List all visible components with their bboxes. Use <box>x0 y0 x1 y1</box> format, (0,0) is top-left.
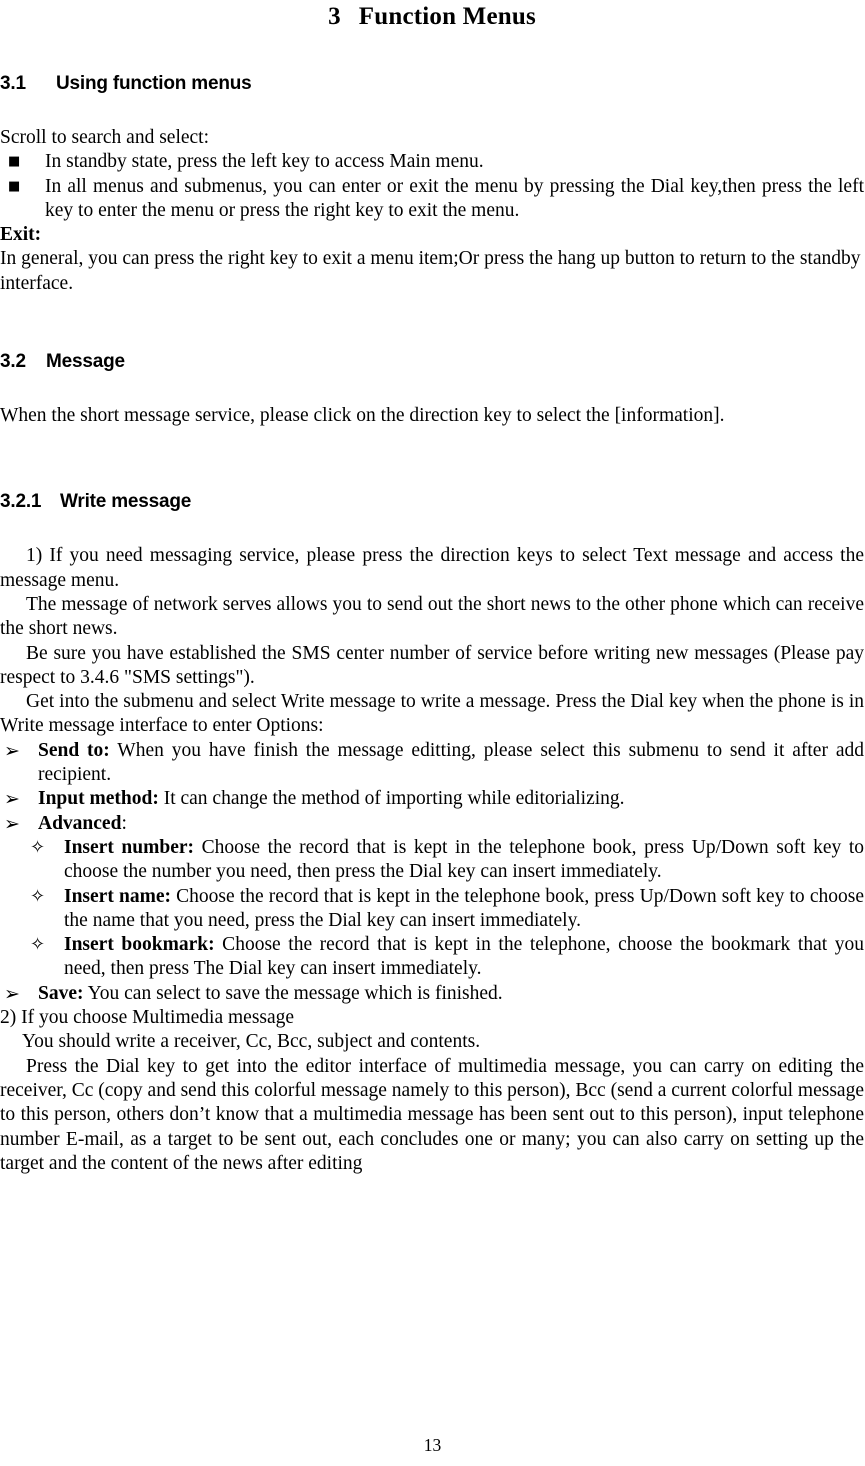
list-item: ✧ Insert bookmark: Choose the record tha… <box>28 933 864 982</box>
option-text-send-to: When you have finish the message edittin… <box>38 739 864 786</box>
list-item: ➢ Save: You can select to save the messa… <box>0 982 864 1006</box>
arrow-bullet-icon: ➢ <box>4 812 20 835</box>
option-term-save: Save: <box>38 982 84 1004</box>
subitem-term-insert-number: Insert number: <box>64 836 194 858</box>
section-number-3-2: 3.2 <box>0 351 26 373</box>
section-title-3-2: Message <box>46 351 125 373</box>
exit-description: In general, you can press the right key … <box>0 248 861 294</box>
subitem-text-insert-name: Choose the record that is kept in the te… <box>64 885 864 931</box>
exit-label: Exit: <box>0 223 864 247</box>
page-content: 3 Function Menus 3.1 Using function menus … <box>0 0 865 1176</box>
section-heading-3-1: 3.1 Using function menus <box>0 72 864 96</box>
arrow-bullet-icon: ➢ <box>4 982 20 1005</box>
diamond-bullet-icon: ✧ <box>30 836 46 858</box>
write-message-para-4: Get into the submenu and select Write me… <box>0 691 864 737</box>
option-term-advanced: Advanced <box>38 812 122 834</box>
arrow-bullet-icon: ➢ <box>4 788 20 811</box>
write-message-para-2: The message of network serves allows you… <box>0 593 864 640</box>
list-item: ✧ Insert number: Choose the record that … <box>28 836 864 885</box>
list-item-label: In standby state, press the left key to … <box>45 151 484 173</box>
option-text-save: You can select to save the message which… <box>83 982 503 1004</box>
write-message-para-1: 1) If you need messaging service, please… <box>0 545 864 591</box>
section-number-3-2-1: 3.2.1 <box>0 491 42 513</box>
options-list-top: ➢ Send to: When you have finish the mess… <box>0 739 864 836</box>
list-item: ■ In all menus and submenus, you can ent… <box>0 175 864 224</box>
list-item: ➢ Advanced: <box>0 812 864 836</box>
option-text-input-method: It can change the method of importing wh… <box>158 788 625 810</box>
subitem-term-insert-name: Insert name: <box>64 885 171 907</box>
list-item: ➢ Send to: When you have finish the mess… <box>0 739 864 788</box>
diamond-bullet-icon: ✧ <box>30 934 46 956</box>
section-number-3-1: 3.1 <box>0 73 26 94</box>
square-bullet-icon: ■ <box>8 154 21 170</box>
chapter-number: 3 <box>328 3 341 30</box>
advanced-subitems-list: ✧ Insert number: Choose the record that … <box>0 836 864 982</box>
list-item: ➢ Input method: It can change the method… <box>0 787 864 811</box>
scroll-intro-text: Scroll to search and select: <box>0 127 210 148</box>
standby-bullet-list: ■ In standby state, press the left key t… <box>0 150 864 223</box>
section-heading-3-2: 3.2 Message <box>0 350 864 374</box>
write-message-para-5: Press the Dial key to get into the edito… <box>0 1055 864 1174</box>
list-item-label: In all menus and submenus, you can enter… <box>45 175 864 221</box>
manual-page: 3 Function Menus 3.1 Using function menus … <box>0 0 865 1466</box>
section-title-3-2-1: Write message <box>60 491 192 513</box>
option-term-send-to: Send to: <box>38 739 110 761</box>
option-text-advanced: : <box>121 812 127 834</box>
exit-label-text: Exit: <box>0 224 42 246</box>
page-number: 13 <box>423 1435 442 1455</box>
write-message-para-3: Be sure you have established the SMS cen… <box>0 642 864 688</box>
subitem-term-insert-bookmark: Insert bookmark: <box>64 934 215 956</box>
list-item: ■ In standby state, press the left key t… <box>0 150 864 174</box>
chapter-heading: 3 Function Menus <box>0 0 864 32</box>
multimedia-item-2: 2) If you choose Multimedia message <box>0 1007 295 1029</box>
arrow-bullet-icon: ➢ <box>4 739 20 762</box>
square-bullet-icon: ■ <box>8 178 21 194</box>
section-heading-3-2-1: 3.2.1 Write message <box>0 490 864 514</box>
multimedia-item-2-line2: You should write a receiver, Cc, Bcc, su… <box>22 1031 481 1053</box>
option-term-input-method: Input method: <box>38 788 159 810</box>
diamond-bullet-icon: ✧ <box>30 885 46 907</box>
message-intro-text: When the short message service, please c… <box>0 405 725 427</box>
chapter-title-text: Function Menus <box>358 3 536 30</box>
section-title-3-1: Using function menus <box>56 73 252 94</box>
options-list-save: ➢ Save: You can select to save the messa… <box>0 982 864 1006</box>
list-item: ✧ Insert name: Choose the record that is… <box>28 885 864 934</box>
